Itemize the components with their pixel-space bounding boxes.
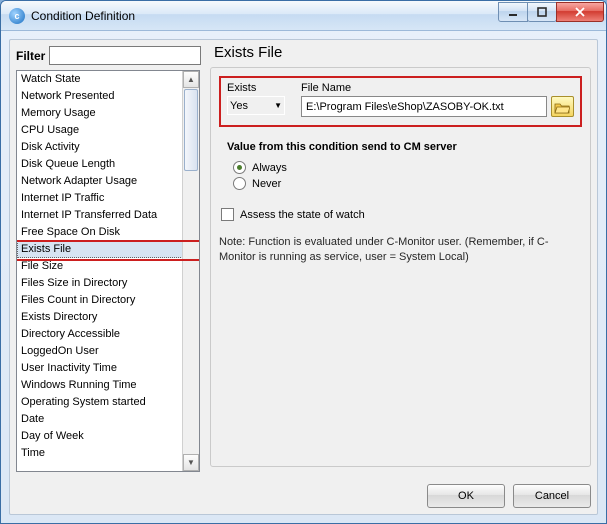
list-item[interactable]: Date	[17, 411, 199, 428]
note-text: Note: Function is evaluated under C-Moni…	[219, 235, 582, 265]
highlighted-settings-box: Exists Yes ▼ File Name	[219, 76, 582, 127]
list-item[interactable]: User Inactivity Time	[17, 360, 199, 377]
minimize-button[interactable]	[498, 2, 528, 22]
scroll-thumb[interactable]	[184, 89, 198, 171]
exists-label: Exists	[227, 82, 289, 94]
list-item[interactable]: Files Size in Directory	[17, 275, 199, 292]
assess-watch-label: Assess the state of watch	[240, 209, 365, 221]
list-item[interactable]: File Size	[17, 258, 199, 275]
dialog-body: Filter Watch StateNetwork PresentedMemor…	[9, 39, 598, 515]
scrollbar[interactable]: ▲ ▼	[182, 71, 199, 471]
close-icon	[574, 7, 586, 17]
cancel-button[interactable]: Cancel	[513, 484, 591, 508]
assess-watch-checkbox[interactable]	[221, 208, 234, 221]
list-item[interactable]: Time	[17, 445, 199, 462]
chevron-down-icon: ▼	[274, 101, 282, 110]
filename-label: File Name	[301, 82, 574, 94]
scroll-down-button[interactable]: ▼	[183, 454, 199, 471]
window-title: Condition Definition	[31, 9, 135, 23]
radio-never-label: Never	[252, 178, 281, 190]
close-button[interactable]	[556, 2, 604, 22]
list-item[interactable]: Network Adapter Usage	[17, 173, 199, 190]
list-item[interactable]: Exists Directory	[17, 309, 199, 326]
exists-dropdown[interactable]: Yes ▼	[227, 96, 285, 115]
exists-value: Yes	[230, 100, 248, 112]
detail-groupbox: Exists Yes ▼ File Name	[210, 67, 591, 467]
ok-button[interactable]: OK	[427, 484, 505, 508]
browse-button[interactable]	[551, 96, 574, 117]
filename-input[interactable]	[301, 96, 547, 117]
assess-watch-row[interactable]: Assess the state of watch	[221, 208, 582, 221]
list-item[interactable]: Internet IP Transferred Data	[17, 207, 199, 224]
list-item[interactable]: Internet IP Traffic	[17, 190, 199, 207]
list-item[interactable]: Network Presented	[17, 88, 199, 105]
list-item[interactable]: Directory Accessible	[17, 326, 199, 343]
send-to-server-label: Value from this condition send to CM ser…	[227, 141, 582, 153]
list-item[interactable]: Operating System started	[17, 394, 199, 411]
radio-always[interactable]	[233, 161, 246, 174]
list-item[interactable]: CPU Usage	[17, 122, 199, 139]
list-item[interactable]: Exists File	[17, 241, 199, 258]
list-item[interactable]: Windows Running Time	[17, 377, 199, 394]
list-item[interactable]: Files Count in Directory	[17, 292, 199, 309]
radio-never[interactable]	[233, 177, 246, 190]
list-item[interactable]: Day of Week	[17, 428, 199, 445]
radio-never-row[interactable]: Never	[233, 177, 582, 190]
maximize-icon	[536, 7, 548, 17]
list-item[interactable]: Memory Usage	[17, 105, 199, 122]
folder-open-icon	[554, 100, 570, 114]
detail-pane: Exists File Exists Yes ▼	[210, 42, 591, 472]
radio-always-label: Always	[252, 162, 287, 174]
scroll-up-button[interactable]: ▲	[183, 71, 199, 88]
list-item[interactable]: Watch State	[17, 71, 199, 88]
maximize-button[interactable]	[527, 2, 557, 22]
app-icon: c	[9, 8, 25, 24]
list-item[interactable]: Disk Queue Length	[17, 156, 199, 173]
filter-label: Filter	[16, 49, 45, 63]
filter-input[interactable]	[49, 46, 201, 65]
titlebar[interactable]: c Condition Definition	[1, 1, 606, 31]
list-item[interactable]: Free Space On Disk	[17, 224, 199, 241]
list-item[interactable]: LoggedOn User	[17, 343, 199, 360]
list-item[interactable]: Disk Activity	[17, 139, 199, 156]
condition-listbox[interactable]: Watch StateNetwork PresentedMemory Usage…	[16, 70, 200, 472]
detail-title: Exists File	[210, 42, 591, 67]
minimize-icon	[507, 7, 519, 17]
window-frame: c Condition Definition Filter Watch Stat…	[0, 0, 607, 524]
radio-always-row[interactable]: Always	[233, 161, 582, 174]
